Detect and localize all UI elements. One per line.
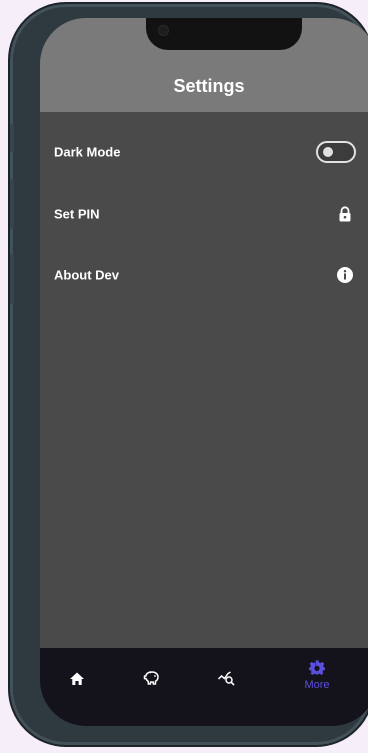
nav-item-savings[interactable] [127, 658, 177, 698]
silent-switch [10, 124, 14, 152]
nav-label-more: More [304, 679, 330, 691]
gear-icon [292, 660, 342, 678]
bottom-navigation: More [40, 648, 368, 726]
settings-item-label: Set PIN [54, 206, 100, 222]
screen: Settings Dark Mode Set PIN About Dev Mor… [40, 18, 368, 726]
chart-search-icon [202, 669, 252, 687]
lock-icon [336, 205, 354, 223]
toggle-knob [323, 147, 333, 157]
settings-item-set-pin[interactable]: Set PIN [40, 194, 368, 234]
volume-up-button [10, 179, 14, 229]
notch [146, 18, 302, 50]
nav-item-home[interactable] [52, 658, 102, 698]
piggy-bank-icon [127, 669, 177, 687]
home-icon [52, 670, 102, 688]
dark-mode-toggle[interactable] [316, 141, 356, 163]
nav-item-analytics[interactable] [202, 658, 252, 698]
settings-item-dark-mode[interactable]: Dark Mode [40, 132, 368, 172]
settings-item-label: Dark Mode [54, 144, 121, 160]
settings-item-label: About Dev [54, 267, 119, 283]
nav-item-more[interactable]: More [292, 658, 342, 698]
settings-item-about-dev[interactable]: About Dev [40, 255, 368, 295]
page-title: Settings [173, 76, 245, 96]
volume-down-button [10, 254, 14, 304]
info-icon [336, 266, 354, 284]
phone-frame: Settings Dark Mode Set PIN About Dev Mor… [8, 2, 368, 747]
camera-icon [158, 25, 169, 36]
